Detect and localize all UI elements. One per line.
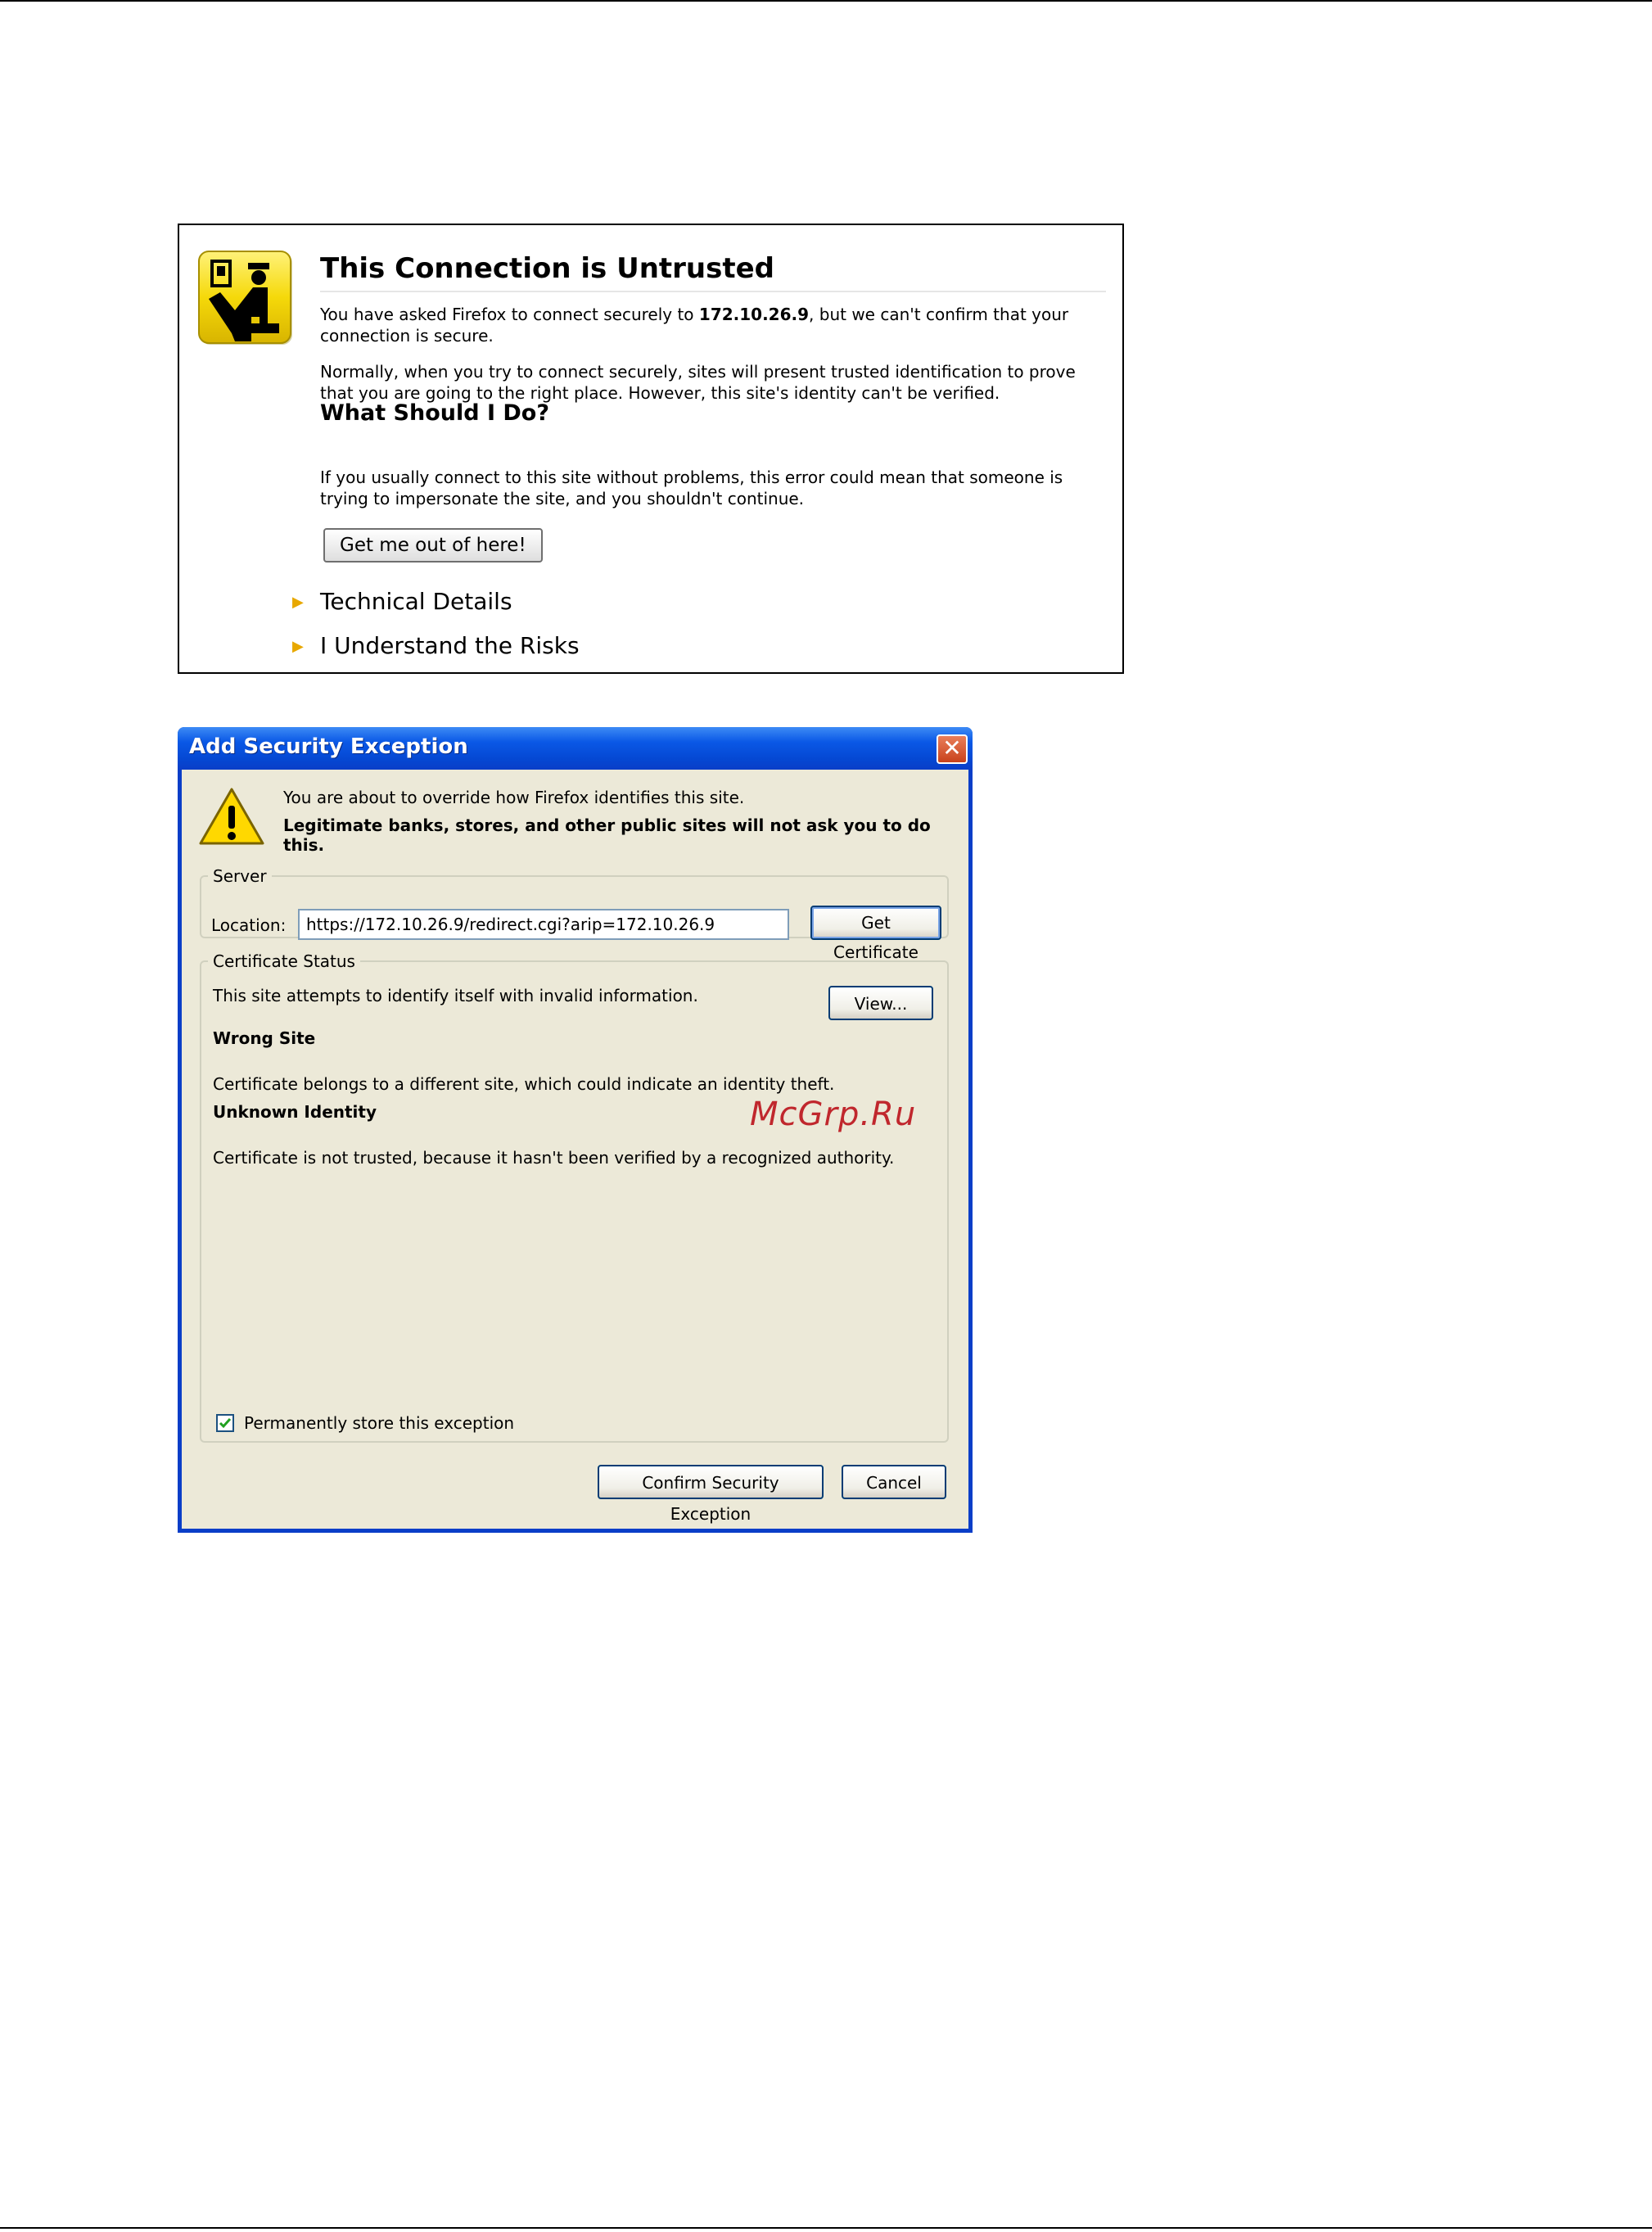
server-group: Server Location: https://172.10.26.9/red… — [200, 866, 949, 962]
warning-icon — [199, 788, 264, 845]
certificate-summary: This site attempts to identify itself wi… — [213, 986, 698, 1005]
permanent-store-checkbox[interactable]: Permanently store this exception — [216, 1413, 514, 1433]
dialog-titlebar[interactable]: Add Security Exception ✕ — [178, 727, 973, 770]
officer-badge-icon — [198, 251, 292, 345]
certificate-status-legend: Certificate Status — [213, 951, 355, 971]
server-legend: Server — [213, 866, 267, 886]
location-input[interactable]: https://172.10.26.9/redirect.cgi?arip=17… — [298, 909, 789, 940]
expand-triangle-icon: ▶ — [292, 638, 304, 655]
host-address: 172.10.26.9 — [698, 305, 810, 324]
what-should-i-do-heading: What Should I Do? — [320, 400, 550, 426]
dialog-title: Add Security Exception — [189, 734, 468, 759]
expand-triangle-icon: ▶ — [292, 594, 304, 611]
view-button[interactable]: View... — [828, 986, 933, 1020]
override-notice: You are about to override how Firefox id… — [283, 788, 745, 807]
page-top-rule — [0, 0, 1652, 2]
location-label: Location: — [211, 915, 287, 935]
confirm-security-exception-button[interactable]: Confirm Security Exception — [598, 1465, 824, 1524]
certificate-status-group: Certificate Status This site attempts to… — [200, 951, 949, 1443]
untrusted-connection-page: This Connection is Untrusted You have as… — [178, 224, 1124, 674]
explanation-paragraph: Normally, when you try to connect secure… — [320, 362, 1076, 403]
page-title: This Connection is Untrusted — [320, 250, 1106, 292]
permanent-store-label: Permanently store this exception — [244, 1413, 515, 1433]
get-certificate-button[interactable]: Get Certificate — [810, 906, 941, 962]
advice-paragraph: If you usually connect to this site with… — [320, 468, 1063, 508]
checkbox-checked-icon[interactable] — [216, 1414, 234, 1432]
intro-paragraph: You have asked Firefox to connect secure… — [320, 305, 1069, 346]
understand-risks-label: I Understand the Risks — [320, 632, 580, 659]
dialog-body: You are about to override how Firefox id… — [182, 770, 968, 1529]
technical-details-expander[interactable]: ▶ Technical Details — [292, 587, 512, 617]
technical-details-label: Technical Details — [320, 588, 512, 615]
wrong-site-heading: Wrong Site — [213, 1028, 316, 1048]
legitimate-sites-warning: Legitimate banks, stores, and other publ… — [283, 816, 931, 855]
understand-risks-expander[interactable]: ▶ I Understand the Risks — [292, 631, 580, 661]
get-me-out-button[interactable]: Get me out of here! — [323, 528, 543, 563]
watermark-text: McGrp.Ru — [750, 1096, 917, 1133]
wrong-site-text: Certificate belongs to a different site,… — [213, 1074, 835, 1094]
unknown-identity-text: Certificate is not trusted, because it h… — [213, 1148, 895, 1168]
unknown-identity-heading: Unknown Identity — [213, 1102, 377, 1122]
close-icon[interactable]: ✕ — [937, 734, 968, 764]
page-bottom-rule — [0, 2227, 1652, 2229]
cancel-button[interactable]: Cancel — [842, 1465, 946, 1499]
